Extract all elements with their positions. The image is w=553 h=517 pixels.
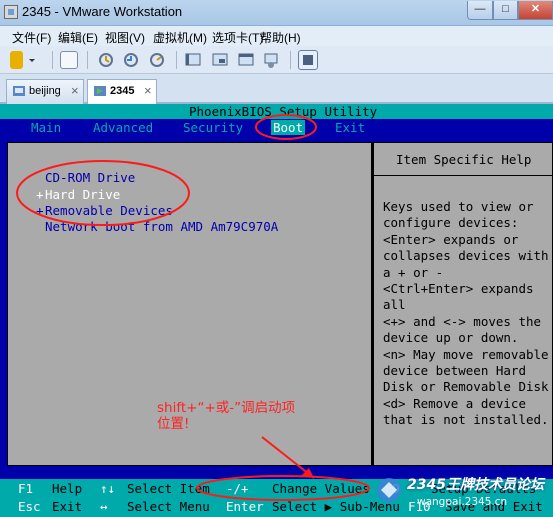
bios-menu-bar: Main Advanced Security Boot Exit xyxy=(0,119,553,135)
menu-tabs[interactable]: 选项卡(T) xyxy=(212,29,263,46)
vm-console-screen[interactable]: PhoenixBIOS Setup Utility Main Advanced … xyxy=(0,104,553,517)
footer-desc: Help xyxy=(52,481,83,496)
boot-item-removable[interactable]: + Removable Devices xyxy=(36,203,173,218)
watermark-logo-icon xyxy=(377,478,401,502)
console-view-icon[interactable] xyxy=(237,51,255,69)
tab-label: beijing xyxy=(29,85,61,97)
bios-menu-boot[interactable]: Boot xyxy=(271,120,306,135)
vmware-app-icon xyxy=(4,5,18,19)
boot-item-hard-drive[interactable]: + Hard Drive xyxy=(36,187,121,202)
fullscreen-icon[interactable] xyxy=(184,51,202,69)
help-title: Item Specific Help xyxy=(396,152,532,167)
toolbar xyxy=(0,46,553,74)
help-header: Item Specific Help xyxy=(374,143,552,176)
boot-item-label: Removable Devices xyxy=(45,203,173,218)
help-text: Keys used to view or configure devices: … xyxy=(383,199,549,428)
footer-desc: Select Menu xyxy=(127,499,210,514)
bios-title-bar: PhoenixBIOS Setup Utility xyxy=(0,104,553,119)
unity-icon[interactable] xyxy=(211,51,229,69)
footer-key: ↔ xyxy=(100,499,108,514)
bios-menu-advanced[interactable]: Advanced xyxy=(93,120,153,135)
menu-file[interactable]: 文件(F) xyxy=(12,29,51,46)
menu-help[interactable]: 帮助(H) xyxy=(260,29,301,46)
watermark-logo-text: 2345王牌技术员论坛 xyxy=(407,477,544,493)
minimize-button[interactable]: — xyxy=(467,1,493,20)
thumbnail-icon[interactable] xyxy=(262,51,280,69)
footer-desc: Exit xyxy=(52,499,83,514)
library-icon[interactable] xyxy=(298,50,318,70)
menu-bar: 文件(F) 编辑(E) 视图(V) 虚拟机(M) 选项卡(T) 帮助(H) xyxy=(0,26,553,46)
vm-tab-bar: beijing × 2345 × xyxy=(0,74,553,105)
menu-view[interactable]: 视图(V) xyxy=(105,29,145,46)
revert-snapshot-icon[interactable] xyxy=(97,51,115,69)
site-watermark: 2345王牌技术员论坛 wangpai.2345.cn xyxy=(373,474,549,514)
footer-key: ↑↓ xyxy=(100,481,116,496)
help-panel: Item Specific Help Keys used to view or … xyxy=(373,142,553,466)
maximize-button[interactable]: □ xyxy=(493,1,518,20)
tab-2345[interactable]: 2345 × xyxy=(87,79,157,105)
snapshot-icon[interactable] xyxy=(60,51,78,69)
footer-key: -/+ xyxy=(226,481,249,496)
vm-icon xyxy=(13,86,25,96)
vm-running-icon xyxy=(94,86,106,96)
boot-item-label: Hard Drive xyxy=(45,187,121,202)
close-tab-icon[interactable]: × xyxy=(71,83,79,98)
tab-label: 2345 xyxy=(110,85,135,97)
window-title: 2345 - VMware Workstation xyxy=(22,4,183,19)
tab-beijing[interactable]: beijing × xyxy=(6,79,84,104)
clock-icon[interactable] xyxy=(148,51,166,69)
close-tab-icon[interactable]: × xyxy=(144,83,152,98)
bios-menu-security[interactable]: Security xyxy=(183,120,243,135)
bios-menu-exit[interactable]: Exit xyxy=(335,120,365,135)
snapshot-manager-icon[interactable] xyxy=(122,51,140,69)
boot-item-network[interactable]: Network boot from AMD Am79C970A xyxy=(45,219,278,234)
window-titlebar[interactable]: 2345 - VMware Workstation — □ ✕ xyxy=(0,0,553,26)
boot-item-label: CD-ROM Drive xyxy=(45,170,136,185)
menu-edit[interactable]: 编辑(E) xyxy=(58,29,98,46)
close-button[interactable]: ✕ xyxy=(518,1,553,20)
power-on-icon[interactable] xyxy=(10,51,23,69)
footer-key: F1 xyxy=(18,481,34,496)
footer-key: Esc xyxy=(18,499,41,514)
boot-item-cdrom[interactable]: CD-ROM Drive xyxy=(45,170,135,185)
bios-menu-main[interactable]: Main xyxy=(31,120,61,135)
bios-title: PhoenixBIOS Setup Utility xyxy=(189,104,378,119)
dropdown-arrow-icon[interactable] xyxy=(27,51,37,69)
footer-desc: Select Item xyxy=(127,481,210,496)
annotation-note: shift+“+或-”调启动项 位置! xyxy=(157,400,296,432)
watermark-url: wangpai.2345.cn xyxy=(417,496,508,508)
footer-desc: Change Values xyxy=(272,481,370,496)
footer-key: Enter xyxy=(226,499,264,514)
boot-item-label: Network boot from AMD Am79C970A xyxy=(45,219,279,234)
menu-vm[interactable]: 虚拟机(M) xyxy=(153,29,207,46)
